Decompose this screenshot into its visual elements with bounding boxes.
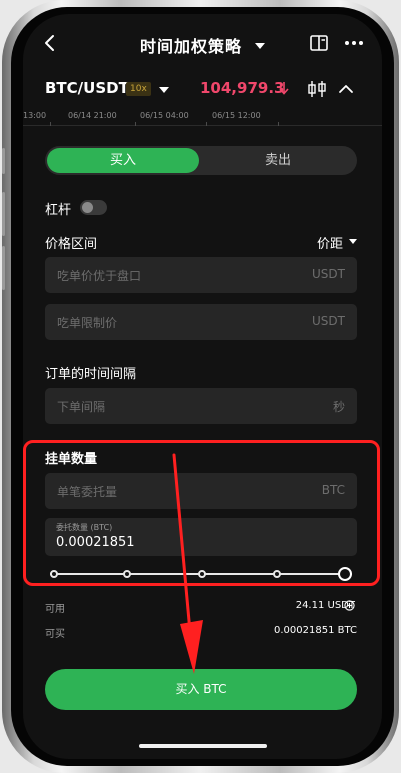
- timeline-tick-mark: [135, 122, 136, 126]
- home-indicator: [139, 744, 267, 748]
- timeline-tick-mark: [206, 122, 207, 126]
- book-icon[interactable]: [309, 34, 329, 52]
- more-horizontal-icon[interactable]: [343, 34, 365, 52]
- timeline-tick: 06/14 21:00: [68, 111, 117, 120]
- input-unit: USDT: [312, 314, 345, 328]
- timeline-tick-mark: [278, 122, 279, 126]
- input-placeholder: 下单间隔: [57, 400, 106, 414]
- input-placeholder: 吃单限制价: [57, 316, 118, 330]
- timeline-tick: 13:00: [23, 111, 47, 120]
- candlestick-icon[interactable]: [307, 80, 327, 98]
- side-tabs: 买入 卖出: [45, 146, 357, 175]
- input-unit: USDT: [312, 267, 345, 281]
- tab-buy[interactable]: 买入: [47, 148, 199, 173]
- market-row: BTC/USDT 10x 104,979.3: [23, 76, 382, 104]
- phone-side-button: [2, 192, 5, 236]
- phone-frame: 时间加权策略 BTC/USDT 10x 104,979.3 13:00 06/1…: [2, 0, 399, 773]
- plus-circle-icon[interactable]: [344, 600, 355, 611]
- caret-down-icon: [255, 43, 266, 49]
- taker-price-input[interactable]: 吃单价优于盘口 USDT: [45, 257, 357, 293]
- tab-sell[interactable]: 卖出: [201, 148, 355, 173]
- timeline-tick-mark: [50, 122, 51, 126]
- leverage-badge: 10x: [126, 82, 151, 96]
- price-range-label: 价格区间: [45, 237, 98, 252]
- toggle-knob: [82, 202, 93, 213]
- timeline-tick: 06/15 12:00: [212, 111, 261, 120]
- buy-submit-button[interactable]: 买入 BTC: [45, 669, 357, 710]
- chart-timeline: 13:00 06/14 21:00 06/15 04:00 06/15 12:0…: [23, 108, 382, 126]
- page-title: 时间加权策略: [139, 37, 242, 56]
- last-price: 104,979.3: [200, 79, 285, 97]
- input-placeholder: 吃单价优于盘口: [57, 269, 142, 283]
- buyable-label: 可买: [45, 629, 65, 640]
- input-unit: 秒: [332, 400, 345, 414]
- caret-down-icon[interactable]: [349, 239, 357, 244]
- caret-down-icon[interactable]: [159, 87, 169, 93]
- phone-side-button: [2, 246, 5, 290]
- interval-label: 订单的时间间隔: [45, 367, 137, 382]
- leverage-label: 杠杆: [45, 203, 72, 218]
- timeline-tick: 06/15 04:00: [140, 111, 189, 120]
- arrow-down-icon: [279, 82, 289, 95]
- interval-input[interactable]: 下单间隔 秒: [45, 388, 357, 424]
- highlight-box: [23, 440, 380, 586]
- trading-pair[interactable]: BTC/USDT: [45, 79, 129, 97]
- header: 时间加权策略: [23, 14, 382, 74]
- chevron-up-icon[interactable]: [337, 81, 355, 97]
- limit-price-input[interactable]: 吃单限制价 USDT: [45, 304, 357, 340]
- available-label: 可用: [45, 604, 65, 615]
- leverage-toggle[interactable]: [80, 200, 107, 215]
- price-mode-dropdown[interactable]: 价距: [317, 233, 343, 252]
- app-screen: 时间加权策略 BTC/USDT 10x 104,979.3 13:00 06/1…: [23, 14, 382, 759]
- phone-side-button: [2, 148, 5, 174]
- buyable-value: 0.00021851 BTC: [274, 625, 357, 636]
